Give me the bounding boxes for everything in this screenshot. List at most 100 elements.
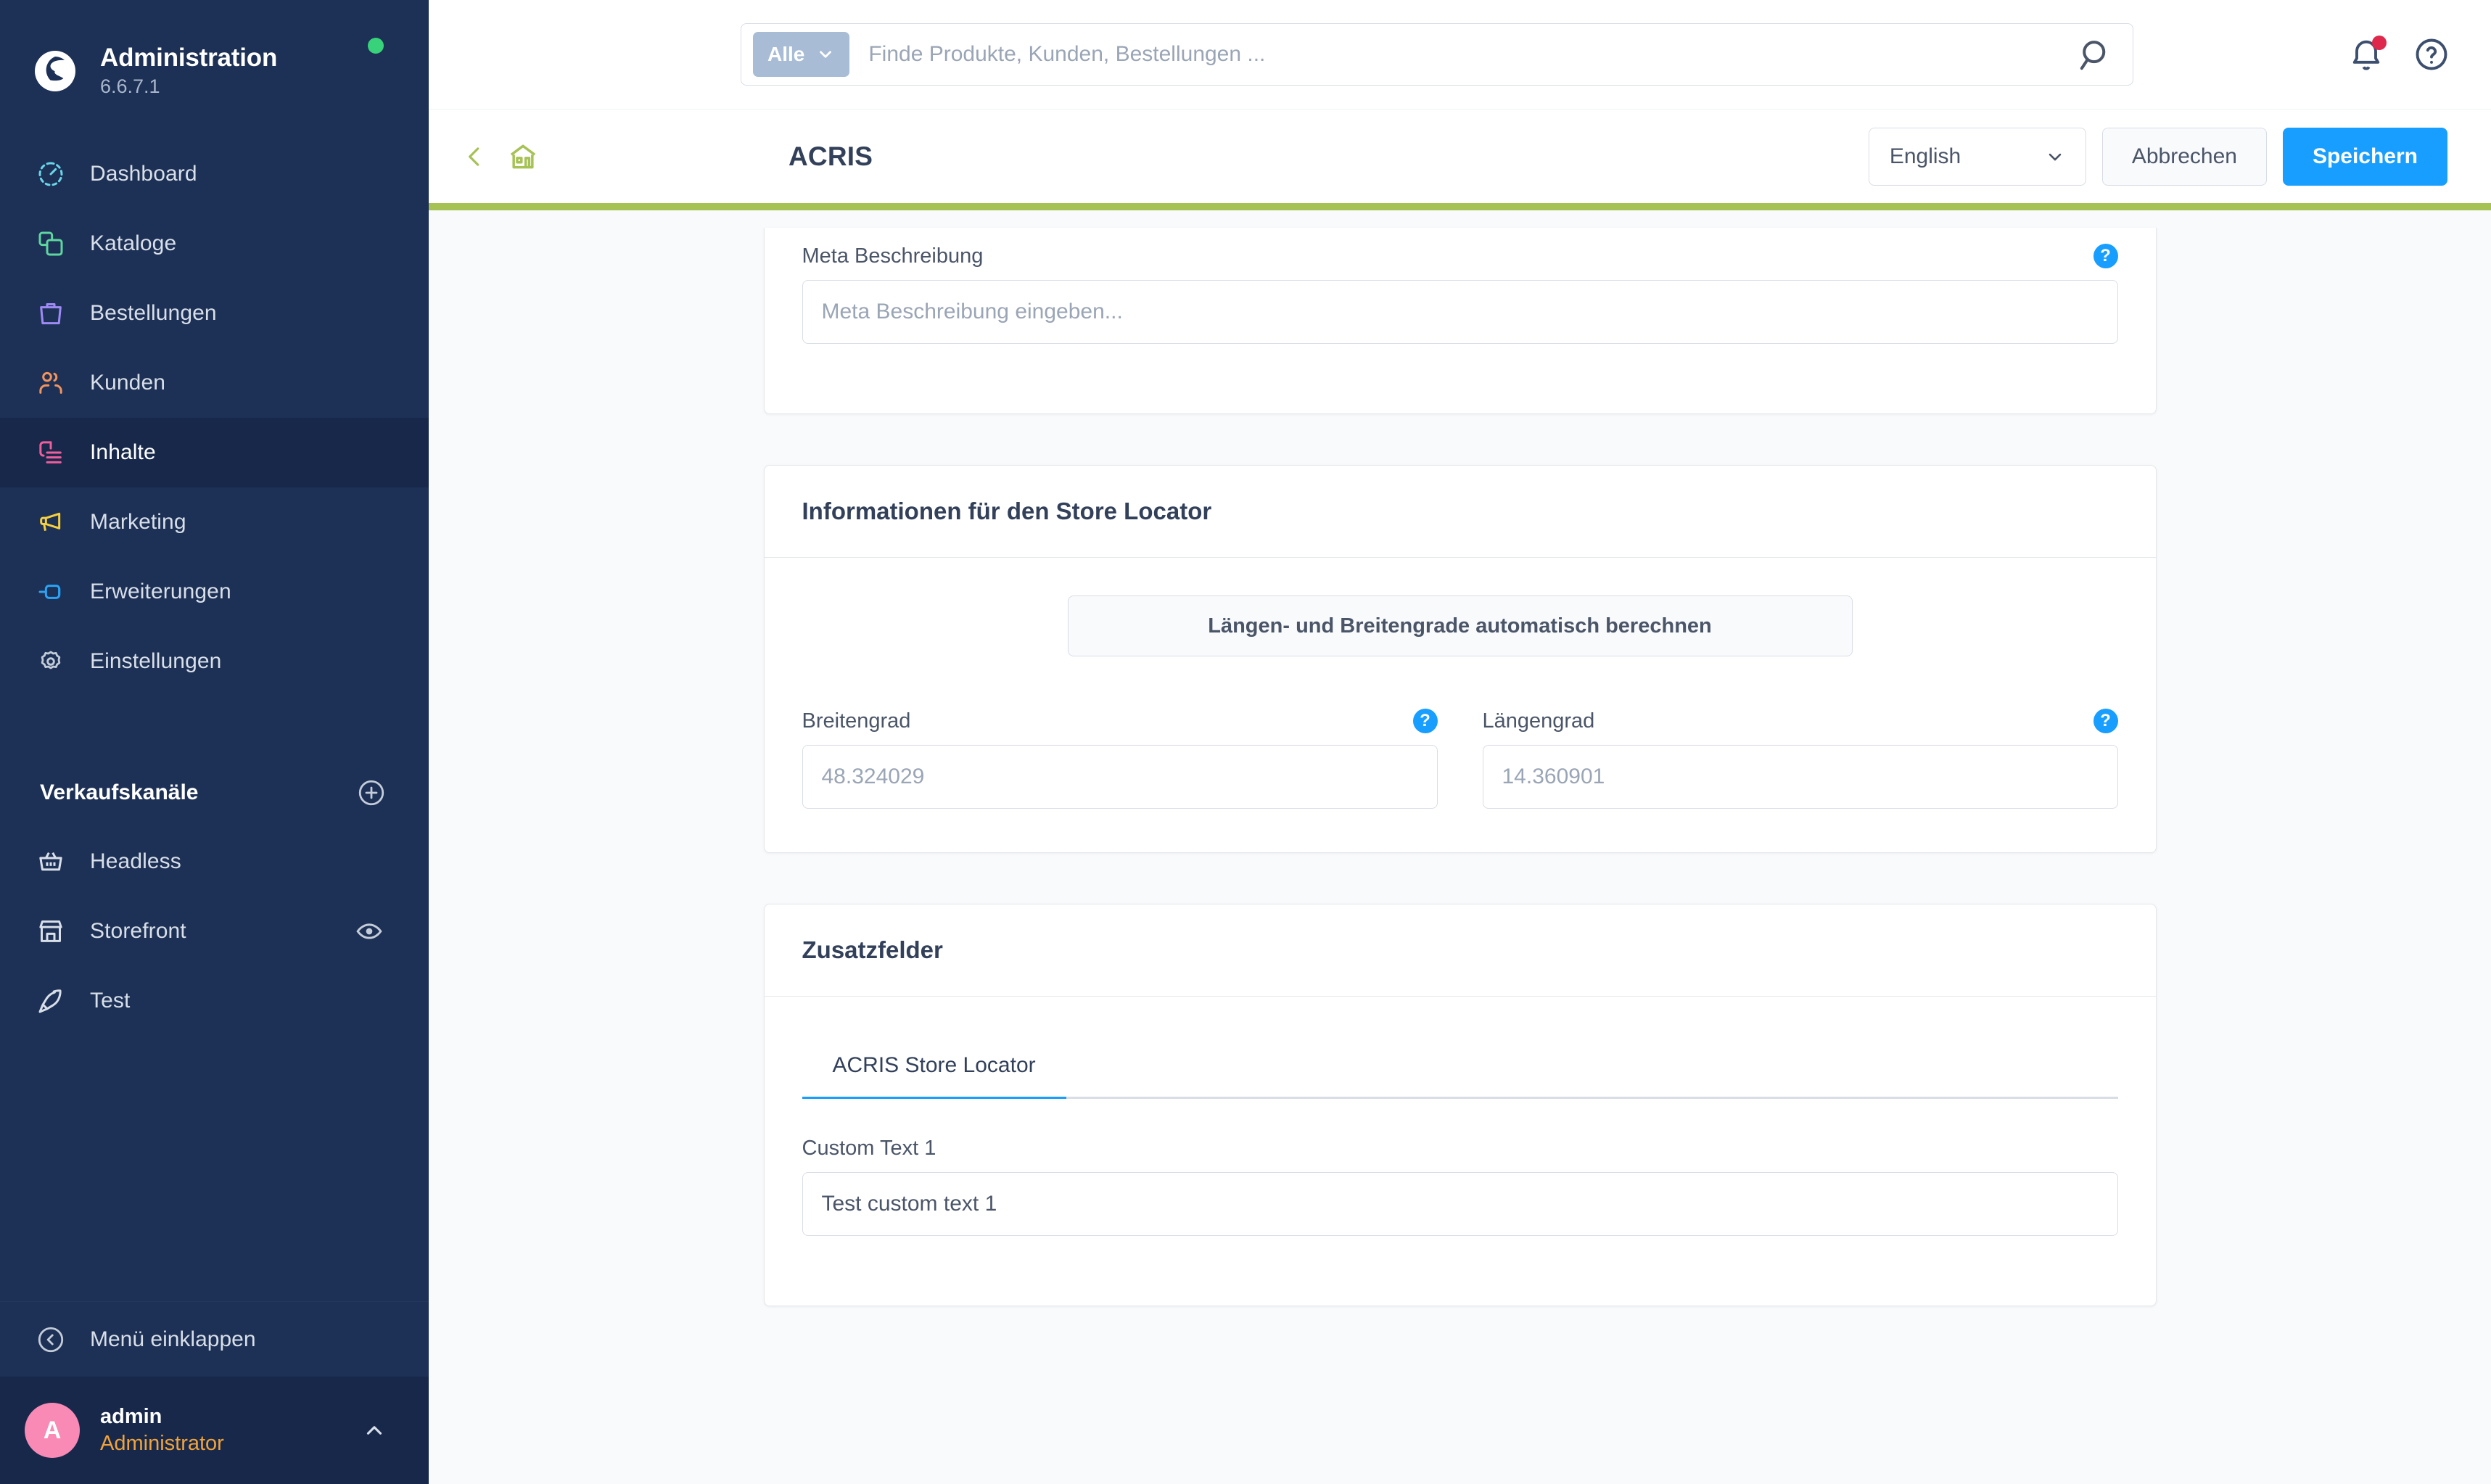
longitude-group: Längengrad ?: [1482, 709, 2118, 809]
longitude-input[interactable]: [1482, 745, 2118, 809]
search-scope-dropdown[interactable]: Alle: [753, 32, 850, 77]
collapse-menu-label: Menü einklappen: [90, 1327, 256, 1351]
meta-description-card: Meta Beschreibung ?: [763, 228, 2157, 414]
user-text: admin Administrator: [100, 1403, 224, 1457]
sidebar-item-headless[interactable]: Headless: [0, 827, 429, 896]
home-icon[interactable]: [507, 141, 539, 173]
sidebar-item-test[interactable]: Test: [0, 966, 429, 1036]
help-icon[interactable]: ?: [2093, 244, 2118, 268]
bag-icon: [33, 296, 68, 331]
page-accent-bar: [429, 203, 2491, 210]
store-locator-title: Informationen für den Store Locator: [764, 466, 2156, 558]
brand-version: 6.6.7.1: [100, 75, 160, 97]
sales-channel-list: Headless Storefront Test: [0, 827, 429, 1036]
catalog-icon: [33, 226, 68, 261]
cancel-button[interactable]: Abbrechen: [2101, 127, 2267, 186]
sidebar-item-label: Dashboard: [90, 162, 197, 186]
custom-fields-panel: Custom Text 1: [802, 1099, 2118, 1236]
user-profile-row[interactable]: A admin Administrator: [0, 1377, 429, 1484]
sidebar-item-dashboard[interactable]: Dashboard: [0, 139, 429, 209]
sidebar-item-label: Storefront: [90, 919, 186, 943]
custom-fields-body: ACRIS Store Locator Custom Text 1: [765, 997, 2156, 1306]
search-icon[interactable]: [2076, 35, 2115, 74]
language-select-value: English: [1889, 144, 1961, 168]
chevron-up-icon[interactable]: [362, 1418, 387, 1443]
meta-description-label-row: Meta Beschreibung ?: [802, 244, 2118, 268]
calculate-coordinates-button[interactable]: Längen- und Breitengrade automatisch ber…: [1067, 595, 1853, 656]
sidebar-item-bestellungen[interactable]: Bestellungen: [0, 279, 429, 348]
sidebar-item-label: Kunden: [90, 371, 166, 395]
sidebar-item-label: Einstellungen: [90, 649, 222, 673]
sidebar-item-label: Kataloge: [90, 231, 177, 255]
sidebar: Administration 6.6.7.1 Dashboard Katalog…: [0, 0, 429, 1484]
sidebar-item-erweiterungen[interactable]: Erweiterungen: [0, 557, 429, 627]
custom-text-1-label-row: Custom Text 1: [802, 1137, 2118, 1161]
plug-icon: [33, 574, 68, 609]
gear-icon: [33, 644, 68, 679]
sales-channels-header: Verkaufskanäle: [0, 735, 429, 808]
sidebar-item-label: Erweiterungen: [90, 580, 231, 603]
latitude-input[interactable]: [802, 745, 1438, 809]
notification-badge-dot: [2372, 36, 2387, 50]
chevron-down-icon: [820, 51, 832, 58]
brand-header: Administration 6.6.7.1: [0, 0, 429, 109]
longitude-label: Längengrad: [1482, 709, 1595, 733]
avatar: A: [25, 1403, 80, 1458]
sidebar-item-label: Inhalte: [90, 440, 156, 464]
help-circle-icon[interactable]: [2413, 36, 2450, 73]
longitude-label-row: Längengrad ?: [1483, 709, 2118, 733]
collapse-menu-button[interactable]: Menü einklappen: [0, 1301, 429, 1377]
meta-description-body: Meta Beschreibung ?: [765, 228, 2156, 413]
sidebar-item-label: Test: [90, 989, 131, 1013]
custom-fields-tabs: ACRIS Store Locator: [802, 1053, 2118, 1099]
latitude-group: Breitengrad ?: [802, 709, 1438, 809]
megaphone-icon: [33, 505, 68, 540]
brand-title: Administration: [100, 44, 278, 72]
content-scroll-area[interactable]: Meta Beschreibung ? Informationen für de…: [429, 210, 2491, 1484]
page-header: ACRIS English Abbrechen Speichern: [429, 109, 2491, 203]
custom-text-1-input[interactable]: [802, 1172, 2118, 1236]
sidebar-item-einstellungen[interactable]: Einstellungen: [0, 627, 429, 696]
help-icon[interactable]: ?: [1412, 709, 1438, 733]
preview-storefront-icon[interactable]: [355, 917, 384, 946]
status-indicator-dot: [368, 38, 384, 54]
custom-text-1-label: Custom Text 1: [802, 1137, 936, 1160]
store-icon: [33, 914, 68, 949]
meta-description-input[interactable]: [802, 280, 2118, 344]
sidebar-item-inhalte[interactable]: Inhalte: [0, 418, 429, 487]
app-root: Administration 6.6.7.1 Dashboard Katalog…: [0, 0, 2491, 1484]
basket-icon: [33, 844, 68, 879]
sidebar-item-label: Headless: [90, 849, 181, 873]
tab-acris-store-locator[interactable]: ACRIS Store Locator: [802, 1053, 1066, 1099]
search-input[interactable]: [849, 42, 2076, 67]
sidebar-item-kunden[interactable]: Kunden: [0, 348, 429, 418]
main-navigation: Dashboard Kataloge Bestellungen Kunden I…: [0, 139, 429, 696]
sidebar-item-kataloge[interactable]: Kataloge: [0, 209, 429, 279]
sidebar-item-marketing[interactable]: Marketing: [0, 487, 429, 557]
notification-bell-icon[interactable]: [2347, 36, 2387, 73]
gauge-icon: [33, 157, 68, 191]
global-search[interactable]: Alle: [741, 23, 2133, 86]
custom-fields-title: Zusatzfelder: [764, 904, 2156, 997]
sidebar-item-label: Marketing: [90, 510, 186, 534]
sales-channels-title: Verkaufskanäle: [40, 780, 199, 804]
save-button[interactable]: Speichern: [2282, 127, 2447, 186]
back-chevron-icon[interactable]: [461, 143, 488, 170]
brand-text: Administration 6.6.7.1: [100, 44, 277, 99]
help-icon[interactable]: ?: [2093, 709, 2118, 733]
language-select[interactable]: English: [1868, 127, 2086, 186]
store-locator-card: Informationen für den Store Locator Läng…: [763, 465, 2157, 853]
add-sales-channel-icon[interactable]: [356, 778, 387, 808]
rocket-icon: [33, 984, 68, 1018]
search-scope-label: Alle: [767, 43, 805, 65]
meta-description-label: Meta Beschreibung: [802, 244, 984, 268]
shopware-logo-icon: [32, 48, 78, 94]
user-name: admin: [100, 1405, 162, 1428]
main-area: Alle Finde Produkte, Kunden, Bestellunge…: [429, 0, 2491, 1484]
coordinates-row: Breitengrad ? Längengrad ?: [802, 709, 2118, 809]
sidebar-item-label: Bestellungen: [90, 301, 217, 325]
chevron-down-icon: [2049, 153, 2062, 160]
page-title: ACRIS: [789, 141, 873, 171]
sidebar-item-storefront[interactable]: Storefront: [0, 896, 429, 966]
collapse-left-icon: [33, 1322, 68, 1357]
